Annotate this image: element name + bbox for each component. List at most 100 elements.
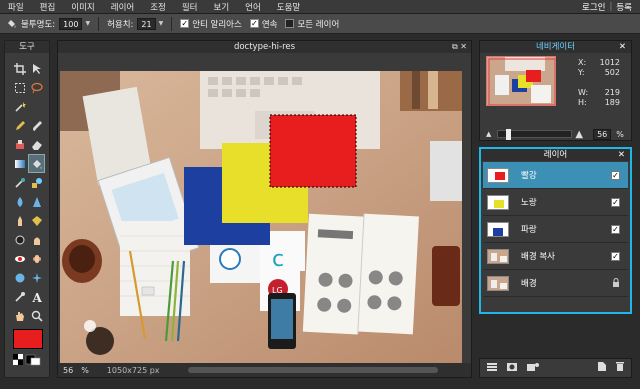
- menu-bar: 파일 편집 이미지 레이어 조정 필터 보기 언어 도움말 로그인 | 등록: [0, 0, 640, 14]
- layer-mask-icon[interactable]: [506, 362, 518, 375]
- navigator-info: X: 1012 Y: 502 W: 219 H: 189: [578, 58, 620, 108]
- wand-icon[interactable]: [11, 97, 28, 116]
- navigator-title: 네비게이터: [535, 42, 576, 52]
- sharpen-icon[interactable]: [28, 192, 45, 211]
- horizontal-scrollbar[interactable]: [188, 367, 438, 373]
- eraser-icon[interactable]: [28, 135, 45, 154]
- brush-icon[interactable]: [28, 116, 45, 135]
- marquee-icon[interactable]: [11, 78, 28, 97]
- layer-row-blue[interactable]: 파랑 ✓: [483, 216, 628, 243]
- picker-icon[interactable]: [11, 287, 28, 306]
- tool-spacer: [28, 97, 45, 116]
- bucket-icon[interactable]: [28, 154, 45, 173]
- burn-icon[interactable]: [28, 230, 45, 249]
- layer-row-background[interactable]: 배경: [483, 270, 628, 297]
- navigator-zoom-value[interactable]: 56: [593, 128, 612, 140]
- divider: [171, 16, 173, 31]
- layer-thumbnail: [487, 167, 509, 183]
- pinch-icon[interactable]: [28, 268, 45, 287]
- menu-divider: |: [609, 2, 613, 12]
- close-icon[interactable]: ✕: [460, 42, 467, 51]
- lock-icon: [612, 277, 620, 289]
- contiguous-option[interactable]: ✓ 연속: [249, 18, 278, 30]
- navigator-thumbnail[interactable]: [486, 56, 556, 106]
- menu-layer[interactable]: 레이어: [103, 1, 142, 13]
- x-value: 1012: [599, 58, 620, 67]
- image-dimensions: 1050x725 px: [106, 365, 160, 375]
- zoom-out-icon[interactable]: ▲: [486, 130, 491, 138]
- menu-image[interactable]: 이미지: [63, 1, 102, 13]
- zoom-value[interactable]: 56: [63, 366, 73, 375]
- menu-view[interactable]: 보기: [206, 1, 238, 13]
- menu-filter[interactable]: 필터: [174, 1, 206, 13]
- navigator-titlebar: 네비게이터 ✕: [480, 41, 631, 53]
- close-icon[interactable]: ✕: [619, 41, 626, 53]
- opacity-select[interactable]: 100: [59, 17, 83, 30]
- chevron-down-icon[interactable]: ▼: [85, 20, 90, 27]
- layer-row-yellow[interactable]: 노랑 ✓: [483, 189, 628, 216]
- all-layers-option[interactable]: 모든 레이어: [285, 18, 339, 30]
- menu-adjust[interactable]: 조정: [142, 1, 174, 13]
- gradient-icon[interactable]: [11, 154, 28, 173]
- contiguous-label: 연속: [261, 19, 278, 30]
- dodge-icon[interactable]: [11, 230, 28, 249]
- menu-help[interactable]: 도움말: [269, 1, 308, 13]
- redeye-icon[interactable]: [11, 249, 28, 268]
- layer-styles-icon[interactable]: [526, 362, 540, 375]
- layer-row-background-copy[interactable]: 배경 복사 ✓: [483, 243, 628, 270]
- crop-icon[interactable]: [11, 59, 28, 78]
- zoom-icon[interactable]: [28, 306, 45, 325]
- zoom-in-icon[interactable]: ▲: [575, 129, 583, 140]
- opacity-label: 불투명도:: [21, 19, 56, 30]
- bloat-icon[interactable]: [11, 268, 28, 287]
- smudge-icon[interactable]: [11, 211, 28, 230]
- trash-icon[interactable]: [615, 361, 625, 375]
- water-drop-icon[interactable]: [11, 192, 28, 211]
- navigator-panel: 네비게이터 ✕ X: 1012 Y: 502 W: 219 H: 189 ▲ ▲ 56 …: [479, 40, 632, 141]
- spot-heal-icon[interactable]: [28, 249, 45, 268]
- layer-visibility-checkbox[interactable]: ✓: [611, 197, 620, 207]
- color-swatches: [13, 354, 43, 366]
- all-layers-checkbox[interactable]: [285, 19, 295, 28]
- move-icon[interactable]: [28, 59, 45, 78]
- clone-icon[interactable]: [11, 135, 28, 154]
- layer-visibility-checkbox[interactable]: ✓: [611, 224, 620, 234]
- document-window: doctype-hi-res ⧉ ✕ c LG 56 % 1050x725 px: [57, 40, 472, 378]
- new-layer-icon[interactable]: [597, 361, 607, 375]
- svg-text:c: c: [272, 247, 284, 272]
- layer-name: 빨강: [521, 171, 537, 181]
- register-link[interactable]: 등록: [616, 1, 632, 13]
- lasso-icon[interactable]: [28, 78, 45, 97]
- drawing-icon[interactable]: [28, 173, 45, 192]
- tools-panel: 도구 A: [4, 40, 50, 378]
- all-layers-label: 모든 레이어: [297, 19, 340, 30]
- restore-window-icon[interactable]: ⧉: [452, 42, 458, 51]
- pencil-icon[interactable]: [11, 116, 28, 135]
- x-label: X:: [578, 58, 587, 67]
- zoom-slider-handle[interactable]: [506, 129, 512, 140]
- close-icon[interactable]: ✕: [618, 149, 625, 161]
- canvas-image[interactable]: iPod & iPod mini c: [60, 71, 462, 363]
- layer-visibility-checkbox[interactable]: ✓: [611, 170, 620, 180]
- replace-color-icon[interactable]: [11, 173, 28, 192]
- contiguous-checkbox[interactable]: ✓: [249, 19, 259, 28]
- layer-settings-icon[interactable]: [486, 362, 498, 375]
- foreground-color-swatch[interactable]: [13, 329, 43, 349]
- layer-row-red[interactable]: 빨강 ✓: [483, 162, 628, 189]
- red-rectangle[interactable]: [269, 114, 357, 188]
- antialias-checkbox[interactable]: ✓: [180, 19, 190, 28]
- menu-file[interactable]: 파일: [0, 1, 32, 13]
- hand-icon[interactable]: [11, 306, 28, 325]
- sponge-icon[interactable]: [28, 211, 45, 230]
- menu-edit[interactable]: 편집: [32, 1, 64, 13]
- login-link[interactable]: 로그인: [582, 1, 605, 13]
- chevron-down-icon[interactable]: ▼: [159, 20, 164, 27]
- navigator-zoom-unit: %: [616, 129, 624, 139]
- menu-language[interactable]: 언어: [237, 1, 269, 13]
- zoom-slider[interactable]: [497, 129, 573, 140]
- antialias-option[interactable]: ✓ 안티 알리아스: [180, 18, 242, 30]
- divider: [98, 16, 100, 31]
- tolerance-select[interactable]: 21: [137, 17, 156, 30]
- layer-visibility-checkbox[interactable]: ✓: [611, 251, 620, 261]
- type-icon[interactable]: A: [28, 287, 45, 306]
